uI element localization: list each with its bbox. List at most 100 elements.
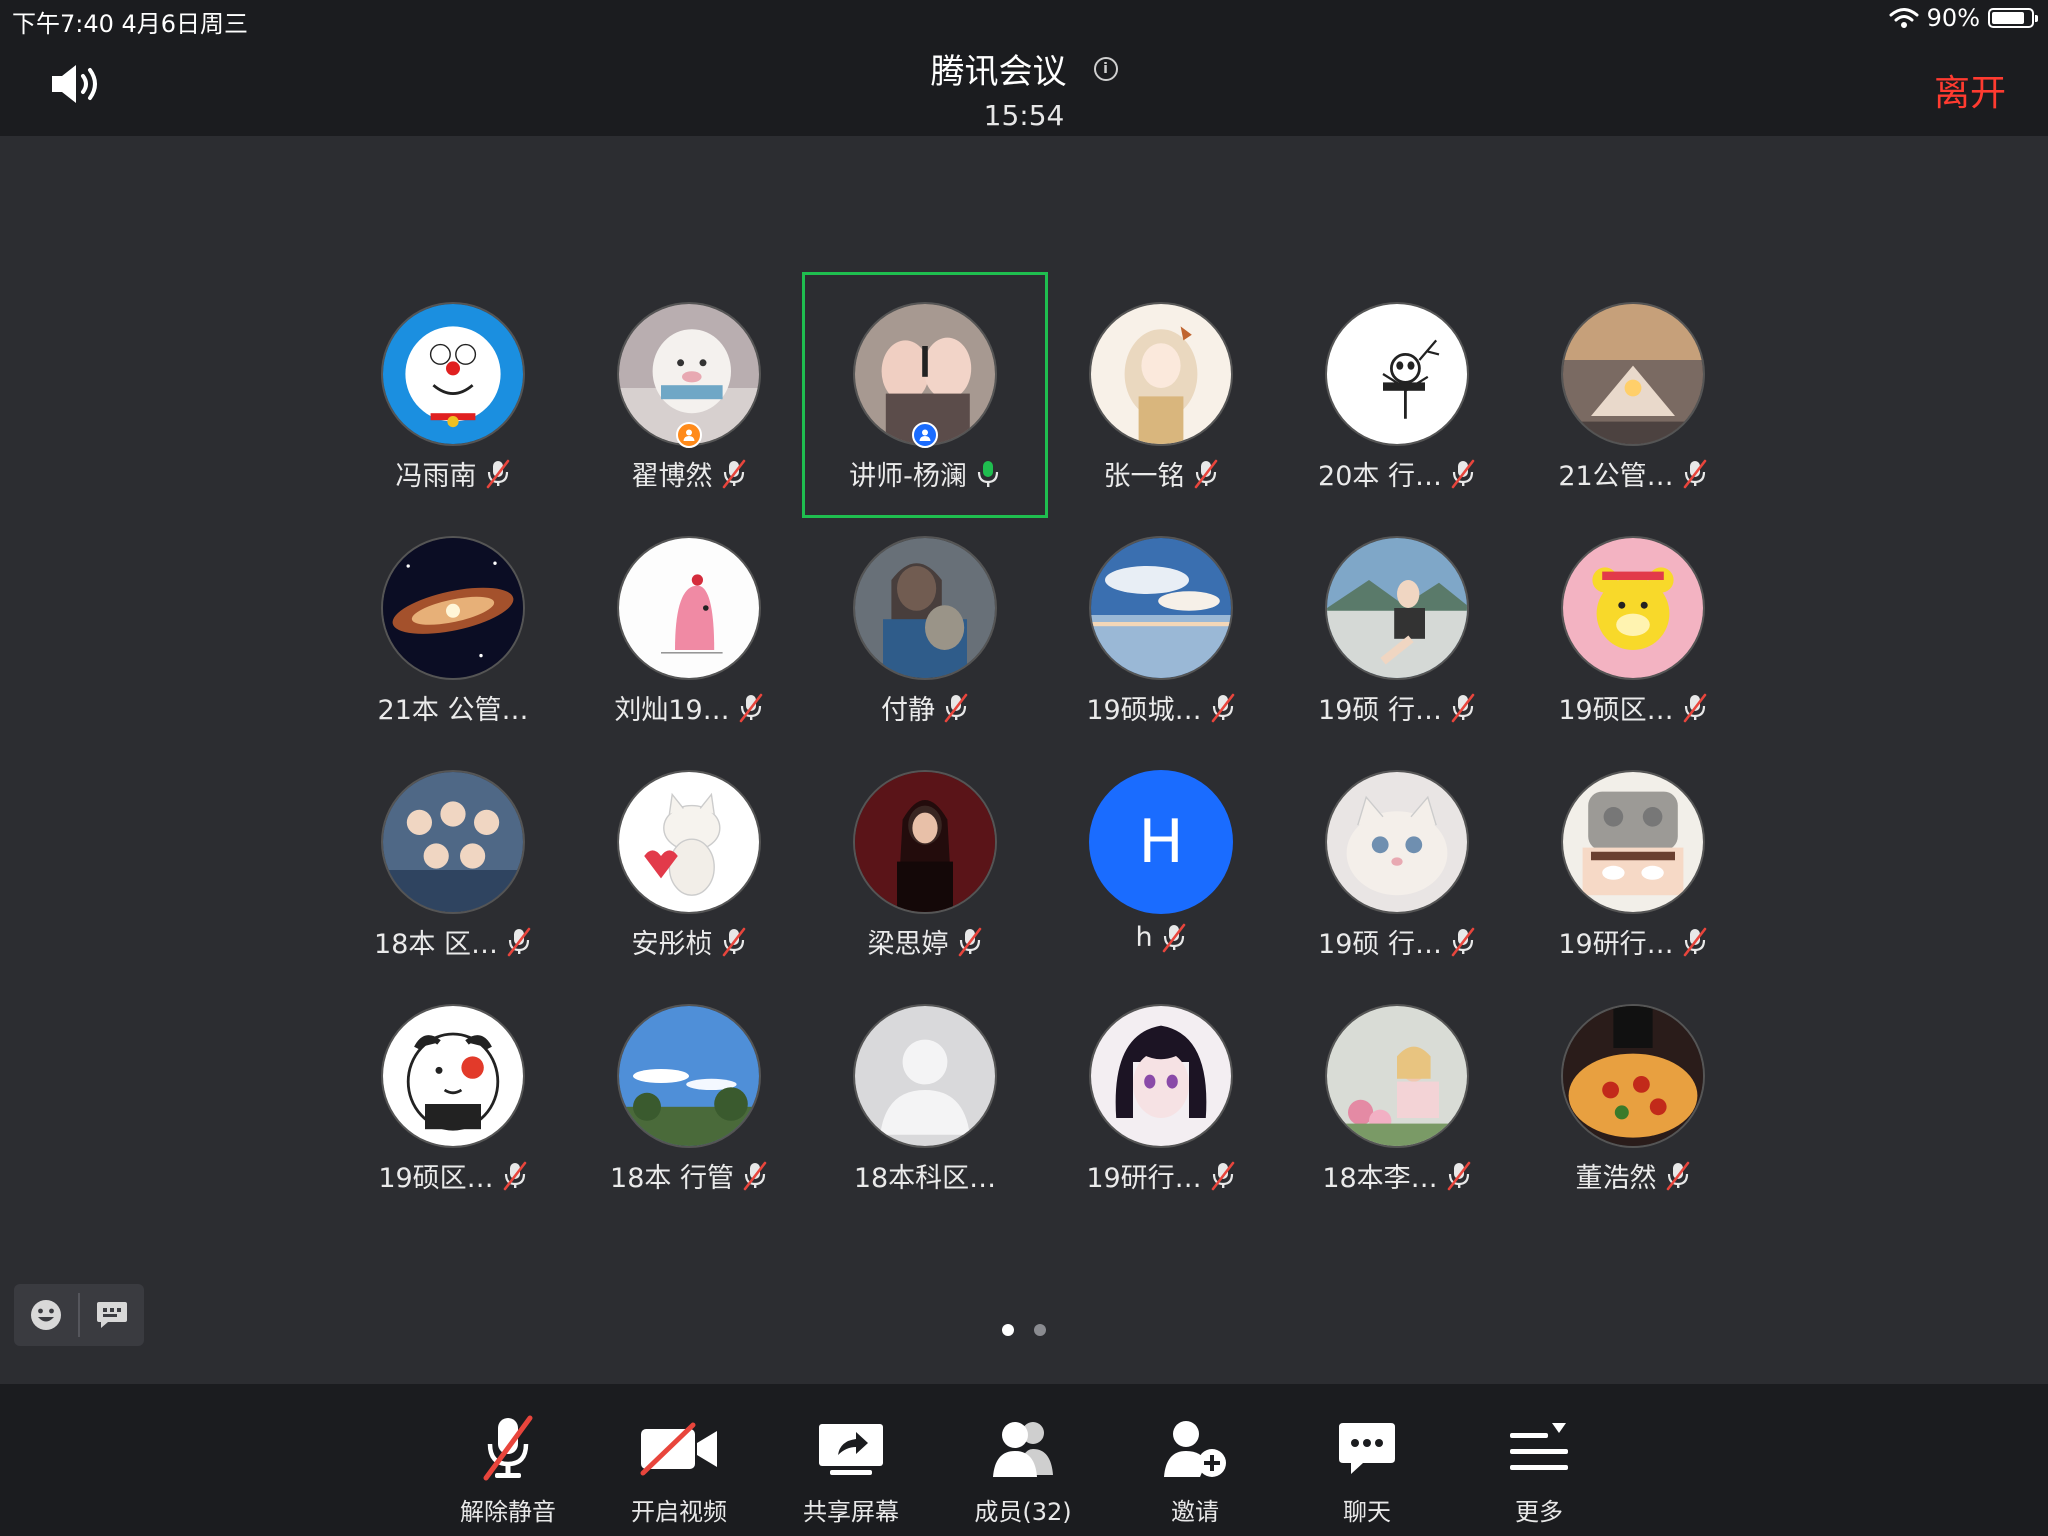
chat-label: 聊天	[1343, 1498, 1391, 1526]
avatar[interactable]	[617, 536, 761, 680]
participant-tile[interactable]: 18本 行管	[566, 974, 812, 1220]
mic-muted-icon	[1683, 927, 1706, 956]
avatar[interactable]	[1561, 536, 1705, 680]
participant-tile[interactable]: 19研行…	[1038, 974, 1284, 1220]
page-indicator	[0, 1324, 2048, 1336]
invite-user-icon	[1164, 1421, 1226, 1477]
avatar[interactable]	[1089, 1004, 1233, 1148]
leave-button[interactable]: 离开	[1934, 64, 2006, 116]
page-dot[interactable]	[1034, 1324, 1046, 1336]
participant-name-row: 18本 行管	[566, 1156, 812, 1195]
avatar[interactable]	[1561, 302, 1705, 446]
participant-tile[interactable]: 19硕 行…	[1274, 740, 1520, 986]
unmute-button[interactable]: 解除静音	[433, 1410, 583, 1527]
mic-muted-icon	[1451, 693, 1475, 722]
members-icon	[993, 1422, 1053, 1477]
more-label: 更多	[1515, 1498, 1563, 1526]
participant-tile[interactable]: 19研行…	[1510, 740, 1756, 986]
title-area: 腾讯会议 i 15:54	[0, 44, 2048, 132]
mic-muted-icon	[1211, 1161, 1234, 1190]
meeting-header: 腾讯会议 i 15:54 离开	[0, 40, 2048, 136]
participant-tile[interactable]: 20本 行…	[1274, 272, 1520, 518]
avatar[interactable]	[1325, 1004, 1469, 1148]
avatar[interactable]	[617, 770, 761, 914]
participant-tile[interactable]: 翟博然	[566, 272, 812, 518]
start-video-button[interactable]: 开启视频	[604, 1410, 754, 1527]
avatar[interactable]: H	[1089, 770, 1233, 914]
participant-name: 18本 行管	[610, 1163, 734, 1194]
page-dot[interactable]	[1002, 1324, 1014, 1336]
participant-tile[interactable]: 21本 公管…	[330, 506, 576, 752]
members-button[interactable]: 成员(32)	[948, 1410, 1098, 1527]
participant-tile[interactable]: 21公管…	[1510, 272, 1756, 518]
mic-muted-icon	[722, 927, 745, 956]
avatar[interactable]	[381, 1004, 525, 1148]
participant-tile[interactable]: 董浩然	[1510, 974, 1756, 1220]
danmaku-button[interactable]	[80, 1284, 144, 1346]
participant-tile[interactable]: 19硕区…	[1510, 506, 1756, 752]
participant-tile[interactable]: 张一铭	[1038, 272, 1284, 518]
invite-label: 邀请	[1171, 1498, 1219, 1526]
wifi-icon	[1889, 8, 1919, 28]
participant-name: 18本科区…	[853, 1163, 997, 1194]
info-icon[interactable]: i	[1093, 56, 1118, 81]
avatar[interactable]	[381, 536, 525, 680]
mic-muted-icon	[503, 1161, 526, 1190]
avatar[interactable]	[853, 536, 997, 680]
participant-name: 刘灿19…	[614, 695, 730, 726]
participant-name-row: 19硕城…	[1038, 688, 1284, 727]
participant-name: 翟博然	[631, 461, 713, 492]
avatar[interactable]	[853, 770, 997, 914]
participant-tile[interactable]: 梁思婷	[802, 740, 1048, 986]
avatar[interactable]	[381, 770, 525, 914]
avatar[interactable]	[1561, 1004, 1705, 1148]
participant-tile[interactable]: 讲师-杨澜	[802, 272, 1048, 518]
chat-button[interactable]: 聊天	[1292, 1410, 1442, 1527]
participant-tile[interactable]: 付静	[802, 506, 1048, 752]
participant-tile[interactable]: 刘灿19…	[566, 506, 812, 752]
participant-tile[interactable]: Hh	[1038, 740, 1284, 986]
avatar[interactable]	[1325, 770, 1469, 914]
more-button[interactable]: 更多	[1464, 1410, 1614, 1527]
participant-name: 张一铭	[1103, 461, 1185, 492]
participant-tile[interactable]: 18本 区…	[330, 740, 576, 986]
avatar[interactable]	[1089, 536, 1233, 680]
mic-muted-icon	[958, 927, 981, 956]
participant-name: 梁思婷	[867, 929, 949, 960]
participant-tile[interactable]: 19硕 行…	[1274, 506, 1520, 752]
participant-tile[interactable]: 冯雨南	[330, 272, 576, 518]
emoji-button[interactable]	[14, 1284, 78, 1346]
meeting-title[interactable]: 腾讯会议	[930, 44, 1066, 93]
participant-name-row: 21本 公管…	[330, 688, 576, 727]
invite-button[interactable]: 邀请	[1120, 1410, 1270, 1527]
avatar[interactable]	[1325, 536, 1469, 680]
participant-name-row: 安彤桢	[566, 922, 812, 961]
start-video-label: 开启视频	[631, 1498, 727, 1526]
more-menu-icon	[1510, 1423, 1568, 1470]
participant-tile[interactable]: 18本李…	[1274, 974, 1520, 1220]
participant-tile[interactable]: 18本科区…	[802, 974, 1048, 1220]
battery-icon	[1988, 8, 2038, 28]
avatar[interactable]	[1325, 302, 1469, 446]
cohost-badge-icon	[676, 422, 702, 448]
bottom-toolbar: 解除静音 开启视频 共享屏幕 成员(32) 邀请 聊天 更多	[0, 1384, 2048, 1536]
avatar[interactable]	[1561, 770, 1705, 914]
mic-muted-icon	[722, 459, 745, 488]
participant-name-row: h	[1038, 922, 1284, 953]
mic-muted-icon	[743, 1161, 767, 1190]
share-screen-button[interactable]: 共享屏幕	[776, 1410, 926, 1527]
participant-name: 19硕区…	[378, 1163, 494, 1194]
avatar[interactable]	[381, 302, 525, 446]
mic-muted-icon	[1451, 927, 1475, 956]
participant-tile[interactable]: 19硕城…	[1038, 506, 1284, 752]
avatar[interactable]	[617, 1004, 761, 1148]
participant-name-row: 19研行…	[1038, 1156, 1284, 1195]
participant-tile[interactable]: 19硕区…	[330, 974, 576, 1220]
participant-name-row: 付静	[802, 688, 1048, 727]
participant-name: h	[1135, 922, 1153, 953]
avatar[interactable]	[853, 1004, 997, 1148]
participant-name: 19研行…	[1558, 929, 1674, 960]
participant-name: 21本 公管…	[377, 695, 529, 726]
avatar[interactable]	[1089, 302, 1233, 446]
participant-tile[interactable]: 安彤桢	[566, 740, 812, 986]
